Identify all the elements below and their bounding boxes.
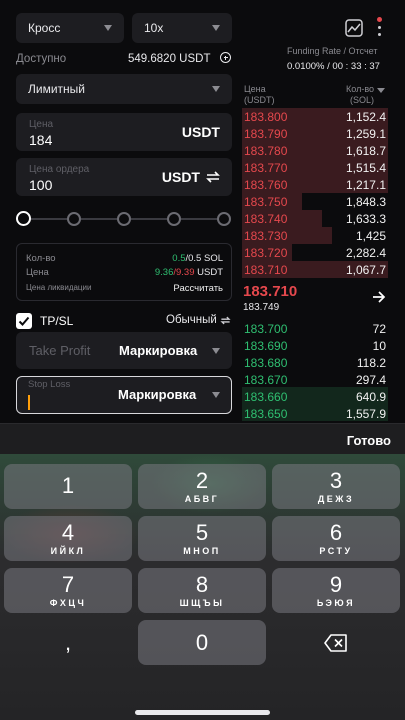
bid-row[interactable]: 183.680 118.2 <box>242 354 388 371</box>
price-field[interactable]: Цена 184 USDT <box>16 113 232 151</box>
swap-icon[interactable] <box>205 169 221 185</box>
take-profit-mode[interactable]: Маркировка <box>119 343 197 358</box>
key-comma[interactable]: , <box>4 620 132 665</box>
text-cursor <box>28 395 30 410</box>
liquidation-label: Цена ликвидации <box>26 283 92 292</box>
slider-stop-25[interactable] <box>67 212 81 226</box>
calculate-button[interactable]: Рассчитать <box>173 283 223 294</box>
key-6[interactable]: 6 РСТУ <box>272 516 400 561</box>
key-1[interactable]: 1 <box>4 464 132 509</box>
check-icon <box>18 316 30 326</box>
leverage-select[interactable]: 10x <box>132 13 232 43</box>
order-price-field-label: Цена ордера <box>29 164 90 175</box>
bid-row[interactable]: 183.670 297.4 <box>242 371 388 388</box>
key-5[interactable]: 5 МНОП <box>138 516 266 561</box>
done-button[interactable]: Готово <box>347 433 391 448</box>
stop-loss-mode[interactable]: Маркировка <box>118 387 196 402</box>
ask-row[interactable]: 183.720 2,282.4 <box>242 244 388 261</box>
funding-label: Funding Rate / Отсчет <box>287 46 378 56</box>
stop-loss-placeholder: Stop Loss <box>28 379 71 390</box>
price-field-unit: USDT <box>181 124 220 140</box>
margin-mode-select[interactable]: Кросс <box>16 13 124 43</box>
key-8[interactable]: 8 ШЩЪЫ <box>138 568 266 613</box>
ask-row[interactable]: 183.740 1,633.3 <box>242 210 388 227</box>
home-indicator <box>135 710 270 715</box>
ask-row[interactable]: 183.710 1,067.7 <box>242 261 388 278</box>
slider-stop-0[interactable] <box>16 211 31 226</box>
order-price-field[interactable]: Цена ордера 100 USDT <box>16 158 232 196</box>
available-label: Доступно <box>16 53 67 65</box>
last-price: 183.710 <box>243 283 298 300</box>
mark-price: 183.749 <box>243 302 280 313</box>
tpsl-mode-value: Обычный <box>166 314 217 326</box>
order-type-value: Лимитный <box>28 82 85 96</box>
slider-stop-100[interactable] <box>217 212 231 226</box>
price-field-label: Цена <box>29 119 54 130</box>
ob-qty-header: Кол-во (SOL) <box>346 84 374 105</box>
order-info-box: Кол-во 0.5/0.5 SOL Цена 9.36/9.39 USDT Ц… <box>16 243 232 301</box>
info-price-label: Цена <box>26 267 49 278</box>
info-price-value: 9.36/9.39 USDT <box>154 267 223 278</box>
chevron-down-icon <box>212 86 220 92</box>
order-type-select[interactable]: Лимитный <box>16 74 232 104</box>
funding-value: 0.0100% / 00 : 33 : 37 <box>287 61 380 72</box>
chevron-down-icon <box>212 25 220 31</box>
ask-row[interactable]: 183.760 1,217.1 <box>242 176 388 193</box>
slider-stop-75[interactable] <box>167 212 181 226</box>
order-price-field-unit: USDT <box>161 169 200 185</box>
key-7[interactable]: 7 ФХЦЧ <box>4 568 132 613</box>
swap-icon <box>220 316 231 324</box>
ask-row[interactable]: 183.790 1,259.1 <box>242 125 388 142</box>
chevron-down-icon <box>104 25 112 31</box>
numeric-keyboard: 1 2 АБВГ 3 ДЕЖЗ 4 ИЙКЛ 5 МНОП 6 РСТУ 7 ФХЦЧ 8Ш… <box>0 454 405 720</box>
order-price-field-value: 100 <box>29 177 53 193</box>
key-4[interactable]: 4 ИЙКЛ <box>4 516 132 561</box>
keyboard-accessory-bar: Готово <box>0 423 405 454</box>
ask-row[interactable]: 183.800 1,152.4 <box>242 108 388 125</box>
price-field-value: 184 <box>29 132 53 148</box>
chevron-down-icon <box>212 348 220 354</box>
backspace-key[interactable] <box>272 620 400 665</box>
bid-row[interactable]: 183.650 1,557.9 <box>242 405 388 422</box>
chevron-down-icon <box>212 392 220 398</box>
bid-row[interactable]: 183.690 10 <box>242 337 388 354</box>
more-menu-icon[interactable] <box>375 17 383 39</box>
ask-row[interactable]: 183.780 1,618.7 <box>242 142 388 159</box>
take-profit-input[interactable]: Take Profit <box>29 343 90 358</box>
available-value: 549.6820 USDT <box>128 53 211 65</box>
caret-down-icon[interactable] <box>377 88 385 94</box>
chart-icon[interactable] <box>345 19 363 37</box>
info-qty-value: 0.5/0.5 SOL <box>172 253 223 264</box>
ob-price-header: Цена (USDT) <box>244 84 275 105</box>
key-9[interactable]: 9 ЬЭЮЯ <box>272 568 400 613</box>
tpsl-label: TP/SL <box>40 314 74 328</box>
backspace-icon <box>324 633 347 652</box>
stop-loss-field[interactable]: Stop Loss Маркировка <box>16 376 232 414</box>
key-2[interactable]: 2 АБВГ <box>138 464 266 509</box>
take-profit-field[interactable]: Take Profit Маркировка <box>16 332 232 369</box>
ask-row[interactable]: 183.730 1,425 <box>242 227 388 244</box>
tpsl-mode-toggle[interactable]: Обычный <box>166 314 231 326</box>
ask-row[interactable]: 183.770 1,515.4 <box>242 159 388 176</box>
tpsl-checkbox[interactable] <box>16 313 32 329</box>
ask-row[interactable]: 183.750 1,848.3 <box>242 193 388 210</box>
leverage-value: 10x <box>144 21 164 35</box>
key-3[interactable]: 3 ДЕЖЗ <box>272 464 400 509</box>
bid-row[interactable]: 183.660 640.9 <box>242 388 388 405</box>
plus-circle-icon[interactable] <box>220 52 231 63</box>
key-0[interactable]: 0 <box>138 620 266 665</box>
bid-row[interactable]: 183.700 72 <box>242 320 388 337</box>
slider-stop-50[interactable] <box>117 212 131 226</box>
info-qty-label: Кол-во <box>26 253 56 264</box>
arrow-right-icon[interactable] <box>372 291 386 303</box>
margin-mode-value: Кросс <box>28 21 61 35</box>
